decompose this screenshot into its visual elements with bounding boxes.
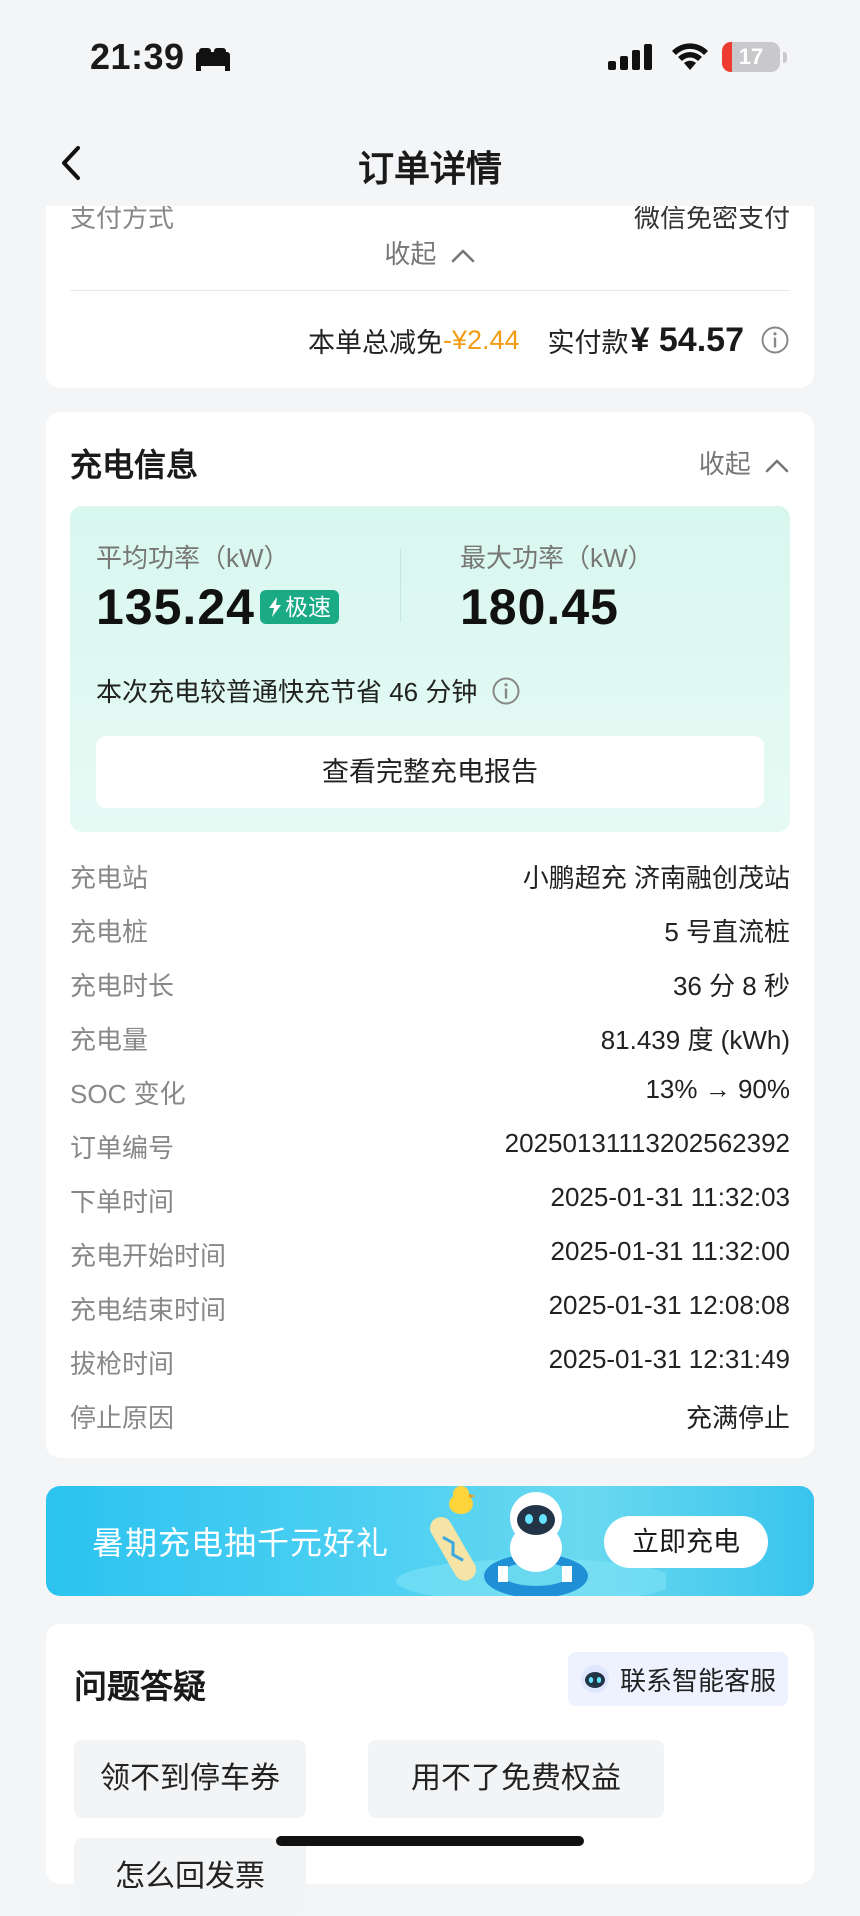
detail-label: 充电时长 bbox=[70, 971, 175, 1001]
detail-label: 订单编号 bbox=[70, 1133, 175, 1163]
charging-collapse-button[interactable]: 收起 bbox=[699, 444, 790, 481]
detail-value: 5 号直流桩 bbox=[664, 917, 790, 947]
max-power-value: 180.45 bbox=[460, 579, 619, 635]
battery-indicator: 17 bbox=[722, 42, 787, 72]
detail-value: 36 分 8 秒 bbox=[672, 971, 790, 1001]
time-saving-label: 本次充电较普通快充节省 46 分钟 bbox=[96, 677, 478, 707]
status-bar: 21:39 17 bbox=[0, 0, 860, 110]
wifi-icon bbox=[672, 43, 708, 70]
detail-value: 2025-01-31 11:32:00 bbox=[550, 1236, 791, 1266]
charging-collapse-label: 收起 bbox=[698, 449, 751, 479]
detail-label: 充电站 bbox=[70, 863, 149, 893]
detail-label: 充电量 bbox=[70, 1025, 149, 1055]
lightning-icon bbox=[269, 597, 281, 617]
paid-label: 实付款 bbox=[547, 327, 629, 358]
detail-label: 充电桩 bbox=[70, 917, 149, 947]
detail-label: SOC 变化 bbox=[70, 1079, 186, 1109]
qa-title: 问题答疑 bbox=[74, 1668, 206, 1705]
home-indicator bbox=[276, 1836, 584, 1846]
detail-row: 停止原因 充满停止 bbox=[70, 1390, 790, 1444]
discount-label: 本单总减免 bbox=[307, 327, 443, 358]
detail-row: 充电开始时间 2025-01-31 11:32:00 bbox=[70, 1228, 790, 1282]
detail-value: 充满停止 bbox=[685, 1403, 790, 1433]
view-full-report-button[interactable]: 查看完整充电报告 bbox=[96, 736, 764, 808]
avg-power-label: 平均功率（kW） bbox=[96, 543, 290, 573]
info-icon[interactable] bbox=[491, 676, 521, 706]
chevron-up-icon bbox=[765, 459, 789, 473]
power-summary-panel: 平均功率（kW） 135.24 极速 最大功率（kW） 180.45 本次充电较… bbox=[70, 506, 790, 832]
discount-value: -¥2.44 bbox=[442, 324, 520, 355]
charging-detail-list: 充电站 小鹏超充 济南融创茂站充电桩 5 号直流桩充电时长 36 分 8 秒充电量 81… bbox=[70, 850, 790, 1444]
qa-chip-free-benefit[interactable]: 用不了免费权益 bbox=[368, 1740, 664, 1818]
info-icon[interactable] bbox=[760, 325, 790, 355]
paid-amount: ¥ 54.57 bbox=[630, 320, 744, 359]
charging-info-card: 充电信息 收起 平均功率（kW） 135.24 极速 最大功率（kW） 180.… bbox=[46, 412, 814, 1458]
detail-value: 2025-01-31 11:32:03 bbox=[550, 1182, 791, 1212]
promo-banner[interactable]: 暑期充电抽千元好礼 立即充电 bbox=[46, 1486, 814, 1596]
order-totals: 本单总减免 -¥2.44 实付款 ¥ 54.57 bbox=[308, 318, 790, 362]
detail-value: 2025-01-31 12:31:49 bbox=[548, 1344, 790, 1374]
detail-row: 充电时长 36 分 8 秒 bbox=[70, 958, 790, 1012]
section-title: 充电信息 bbox=[70, 447, 199, 483]
detail-row: 充电结束时间 2025-01-31 12:08:08 bbox=[70, 1282, 790, 1336]
fast-charge-badge: 极速 bbox=[260, 590, 339, 624]
cellular-signal-icon bbox=[608, 44, 652, 70]
max-power-label: 最大功率（kW） bbox=[460, 543, 654, 573]
battery-percent: 17 bbox=[738, 44, 764, 69]
detail-row: 充电站 小鹏超充 济南融创茂站 bbox=[70, 850, 790, 904]
qa-chip-invoice[interactable]: 怎么回发票 bbox=[74, 1838, 306, 1916]
detail-row: 充电量 81.439 度 (kWh) bbox=[70, 1012, 790, 1066]
qa-chip-parking-coupon[interactable]: 领不到停车券 bbox=[74, 1740, 306, 1818]
status-time: 21:39 bbox=[90, 36, 185, 77]
payment-collapse-label: 收起 bbox=[384, 239, 437, 269]
divider bbox=[70, 290, 790, 291]
detail-row: 拔枪时间 2025-01-31 12:31:49 bbox=[70, 1336, 790, 1390]
payment-method-value: 微信免密支付 bbox=[633, 206, 790, 233]
detail-label: 停止原因 bbox=[70, 1403, 175, 1433]
time-saving-text: 本次充电较普通快充节省 46 分钟 bbox=[96, 672, 521, 709]
banner-text: 暑期充电抽千元好礼 bbox=[92, 1525, 390, 1561]
payment-collapse-button[interactable]: 收起 bbox=[46, 234, 814, 271]
detail-value: 2025-01-31 12:08:08 bbox=[548, 1290, 790, 1320]
page-title: 订单详情 bbox=[357, 148, 502, 189]
customer-service-label: 联系智能客服 bbox=[619, 1665, 776, 1696]
detail-value: 13% → 90% bbox=[645, 1074, 790, 1104]
robot-avatar-icon bbox=[580, 1665, 609, 1693]
chevron-up-icon bbox=[451, 249, 474, 263]
sleep-focus-icon bbox=[196, 48, 230, 71]
charge-now-button[interactable]: 立即充电 bbox=[604, 1516, 768, 1568]
detail-label: 充电开始时间 bbox=[70, 1241, 227, 1271]
detail-value: 小鹏超充 济南融创茂站 bbox=[522, 863, 790, 893]
detail-value: 20250131113202562392 bbox=[504, 1128, 790, 1158]
detail-row: 充电桩 5 号直流桩 bbox=[70, 904, 790, 958]
payment-method-label: 支付方式 bbox=[70, 206, 175, 233]
detail-value: 81.439 度 (kWh) bbox=[600, 1025, 790, 1055]
fast-charge-label: 极速 bbox=[285, 594, 331, 620]
payment-card: 支付方式 微信免密支付 收起 本单总减免 -¥2.44 实付款 ¥ 54.57 bbox=[46, 206, 814, 388]
detail-label: 下单时间 bbox=[70, 1187, 175, 1217]
customer-service-button[interactable]: 联系智能客服 bbox=[567, 1652, 788, 1706]
nav-bar: 订单详情 bbox=[0, 120, 860, 206]
detail-row: 订单编号 20250131113202562392 bbox=[70, 1120, 790, 1174]
detail-label: 充电结束时间 bbox=[70, 1295, 227, 1325]
divider bbox=[400, 548, 401, 622]
detail-row: SOC 变化 13% → 90% bbox=[70, 1066, 790, 1120]
avg-power-value: 135.24 bbox=[96, 579, 255, 635]
detail-row: 下单时间 2025-01-31 11:32:03 bbox=[70, 1174, 790, 1228]
detail-label: 拔枪时间 bbox=[70, 1349, 175, 1379]
